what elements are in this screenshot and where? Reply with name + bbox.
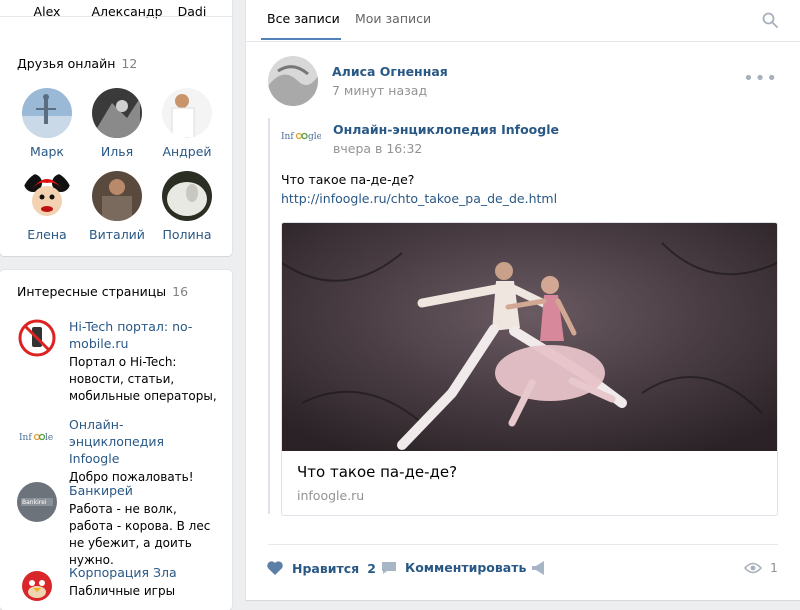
svg-text:Bankirei: Bankirei (22, 499, 47, 506)
infoogle-logo-icon[interactable]: Inf gle (281, 124, 321, 148)
friend-online[interactable]: Виталий (82, 171, 152, 242)
wall-tabs: Все записи Мои записи (246, 0, 800, 42)
more-dots-icon[interactable]: ••• (743, 68, 778, 89)
avatar (92, 88, 142, 138)
megaphone-icon (532, 561, 544, 575)
avatar (92, 171, 142, 221)
post-author[interactable]: Алиса Огненная (332, 64, 448, 79)
views-count: 1 (770, 560, 778, 575)
page-name[interactable]: Корпорация Зла (69, 564, 217, 581)
friend-online[interactable]: Андрей (152, 88, 222, 159)
bankirey-logo-icon: Bankirei (17, 482, 57, 522)
list-item[interactable]: Hi-Tech портал: no-mobile.ru Портал о Hi… (17, 318, 217, 405)
svg-text:Inf: Inf (19, 433, 32, 443)
avatar (162, 88, 212, 138)
infoogle-logo-icon: Inf le (17, 416, 57, 456)
eye-icon (744, 562, 763, 573)
heart-icon (267, 561, 283, 575)
list-item[interactable]: Корпорация Зла Пабличные игры (17, 564, 217, 604)
friends-block: Alex Александр Dadi Друзья онлайн 12 Марк… (0, 0, 232, 256)
page-name[interactable]: Банкирей (69, 482, 217, 499)
link-attachment[interactable]: Что такое па-де-де? infoogle.ru (281, 222, 778, 516)
post-actions: Нравится 2 Комментировать 1 (266, 558, 778, 580)
share-button[interactable] (530, 560, 548, 576)
repost-time[interactable]: вчера в 16:32 (333, 141, 422, 156)
angry-bird-icon (17, 564, 57, 604)
ballet-photo (282, 223, 777, 451)
online-friends-grid: Марк Илья Андрей Елена Виталий Полина (12, 88, 222, 242)
avatar (162, 171, 212, 221)
repost-bar (268, 118, 270, 514)
like-label: Нравится (292, 560, 360, 576)
page-name[interactable]: Онлайн-энциклопедия Infoogle (69, 416, 217, 467)
svg-text:le: le (45, 433, 53, 443)
online-friends-title[interactable]: Друзья онлайн 12 (17, 56, 137, 71)
like-button[interactable]: Нравится 2 (266, 560, 376, 576)
friend-online[interactable]: Илья (82, 88, 152, 159)
svg-text:gle: gle (308, 132, 321, 142)
list-item[interactable]: Inf le Онлайн-энциклопедия Infoogle Добро… (17, 416, 217, 486)
svg-text:Inf: Inf (281, 132, 294, 142)
avatar (22, 171, 72, 221)
friend-online[interactable]: Марк (12, 88, 82, 159)
online-friends-count: 12 (121, 56, 138, 71)
comment-icon (382, 561, 396, 574)
search-icon[interactable] (762, 12, 778, 28)
list-item[interactable]: Bankirei Банкирей Работа - не волк, рабо… (17, 482, 217, 569)
post-link[interactable]: http://infoogle.ru/chto_takoe_pa_de_de.h… (281, 191, 557, 206)
repost-source[interactable]: Онлайн-энциклопедия Infoogle (333, 122, 559, 137)
comment-label: Комментировать (405, 560, 527, 575)
avatar (22, 88, 72, 138)
page-description: Портал о Hi-Tech: новости, статьи, мобил… (69, 355, 217, 403)
like-count: 2 (367, 560, 376, 576)
active-tab-indicator (261, 38, 341, 40)
comment-button[interactable]: Комментировать (381, 560, 526, 575)
friend-online[interactable]: Елена (12, 171, 82, 242)
interesting-pages-title[interactable]: Интересные страницы 16 (17, 284, 188, 299)
interesting-pages-count: 16 (172, 284, 189, 299)
interesting-pages-block: Интересные страницы 16 Hi-Tech портал: no… (0, 270, 232, 610)
author-avatar[interactable] (268, 56, 318, 106)
divider (0, 16, 232, 17)
views-counter: 1 (744, 560, 778, 575)
page-name[interactable]: Hi-Tech портал: no-mobile.ru (69, 318, 217, 352)
wall-block: Все записи Мои записи Алиса Огненная 7 м… (246, 0, 800, 600)
page-description: Работа - не волк, работа - корова. В лес… (69, 502, 211, 567)
tab-my-posts[interactable]: Мои записи (355, 11, 431, 26)
divider (268, 544, 778, 545)
post-text: Что такое па-де-де? (281, 172, 415, 187)
post-time[interactable]: 7 минут назад (332, 83, 427, 98)
tab-all-posts[interactable]: Все записи (267, 11, 340, 26)
attachment-domain: infoogle.ru (297, 488, 365, 503)
no-mobile-icon (17, 318, 57, 358)
friend-online[interactable]: Полина (152, 171, 222, 242)
attachment-title[interactable]: Что такое па-де-де? (297, 463, 457, 481)
